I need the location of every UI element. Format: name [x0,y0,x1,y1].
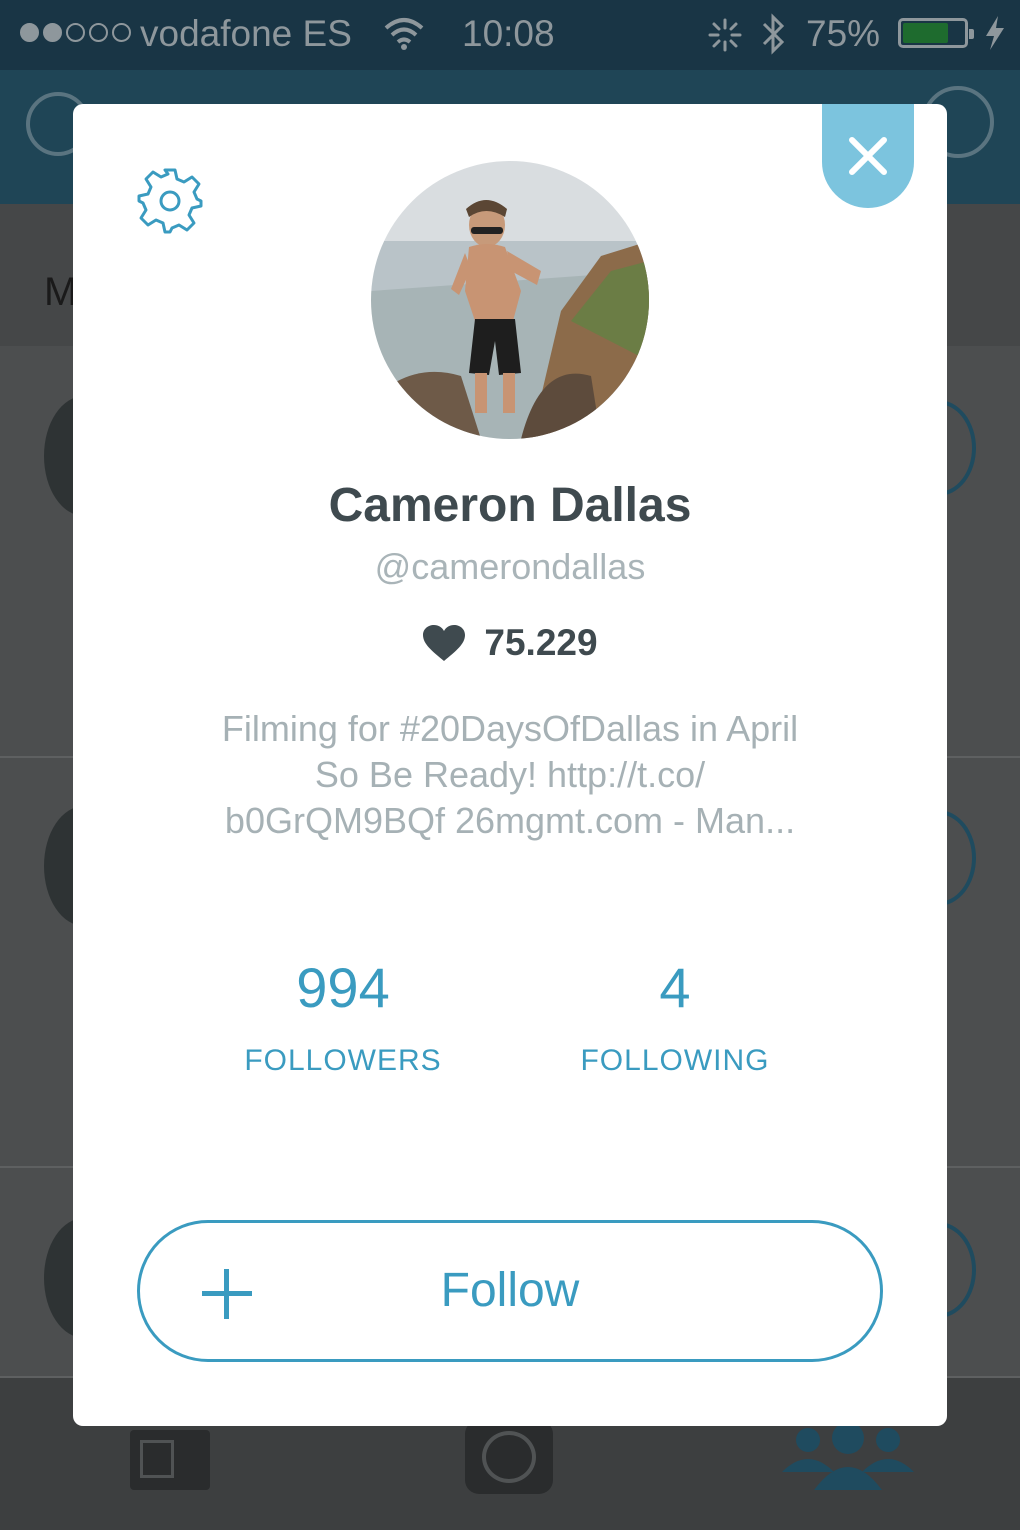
likes-count-row: 75.229 [73,622,947,664]
close-button[interactable] [822,104,914,208]
wifi-icon [384,18,424,50]
followers-count: 994 [296,956,390,1019]
bio-line: b0GrQM9BQf 26mgmt.com - Man... [224,800,796,841]
close-icon [849,137,887,175]
profile-bio: Filming for #20DaysOfDallas in April So … [173,706,847,844]
gear-icon [137,168,203,234]
clock: 10:08 [462,13,555,54]
signal-strength-icon [20,23,131,42]
carrier-name: vodafone ES [140,13,352,54]
heart-icon [423,625,466,661]
bio-line: Filming for #20DaysOfDallas in April [221,708,799,749]
bio-line: So Be Ready! http://t.co/ [314,754,706,795]
likes-count: 75.229 [484,622,598,663]
following-stat[interactable]: 4 FOLLOWING [545,956,805,1078]
settings-button[interactable] [135,166,205,236]
followers-label: FOLLOWERS [244,1044,442,1077]
activity-spinner-icon [708,18,742,52]
battery-percent: 75% [806,13,881,54]
profile-modal: Cameron Dallas @camerondallas 75.229 Fil… [73,104,947,1426]
profile-handle: @camerondallas [374,546,646,587]
tab-camera-icon[interactable] [465,1420,553,1494]
bluetooth-icon [762,13,785,55]
status-bar: vodafone ES 10:08 75% [0,0,1020,70]
following-count: 4 [659,956,691,1019]
tab-feed-icon[interactable] [130,1430,210,1490]
charging-bolt-icon [986,16,1004,50]
battery-icon [898,18,974,48]
follow-button-label: Follow [440,1264,580,1317]
profile-avatar [371,161,649,439]
followers-stat[interactable]: 994 FOLLOWERS [213,956,473,1078]
tab-people-icon[interactable] [778,1420,918,1490]
profile-name: Cameron Dallas [328,479,692,532]
following-label: FOLLOWING [580,1044,770,1077]
follow-button[interactable]: Follow [137,1220,883,1362]
